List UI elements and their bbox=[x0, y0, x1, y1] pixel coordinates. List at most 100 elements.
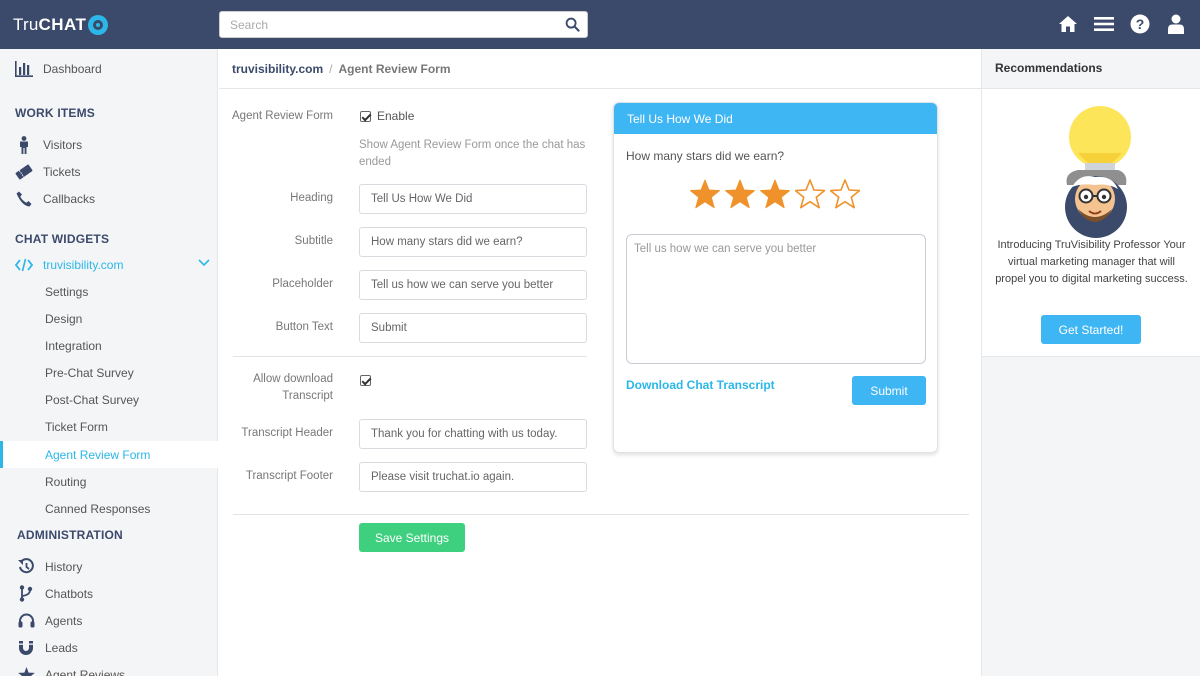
sidebar-item-label: Leads bbox=[45, 640, 78, 655]
sidebar-item-leads[interactable]: Leads bbox=[0, 634, 218, 661]
sidebar-item-dashboard[interactable]: Dashboard bbox=[0, 55, 218, 82]
sidebar-item-design[interactable]: Design bbox=[0, 305, 218, 332]
recommendations-title: Recommendations bbox=[995, 61, 1103, 75]
star-empty-icon[interactable] bbox=[830, 179, 860, 209]
headset-icon bbox=[17, 612, 35, 630]
sidebar-item-label: Visitors bbox=[43, 137, 83, 152]
button-text-label: Button Text bbox=[275, 321, 333, 333]
person-icon bbox=[15, 135, 33, 154]
menu-icon[interactable] bbox=[1094, 13, 1114, 35]
sidebar-item-settings[interactable]: Settings bbox=[0, 278, 218, 305]
administration-heading: ADMINISTRATION bbox=[17, 528, 123, 542]
breadcrumb-current-page: Agent Review Form bbox=[338, 61, 451, 76]
logo-chat-text: CHAT bbox=[38, 15, 87, 34]
sidebar-item-routing[interactable]: Routing bbox=[0, 468, 218, 495]
preview-submit-button[interactable]: Submit bbox=[852, 376, 926, 405]
work-items-heading: WORK ITEMS bbox=[15, 106, 95, 120]
sidebar-item-history[interactable]: History bbox=[0, 553, 218, 580]
star-filled-icon[interactable] bbox=[690, 179, 720, 209]
truchat-logo[interactable]: Tru CHAT bbox=[13, 13, 109, 37]
professor-lightbulb-illustration bbox=[1065, 106, 1131, 238]
sidebar-item-label: Chatbots bbox=[45, 586, 94, 601]
transcript-footer-input[interactable] bbox=[359, 462, 587, 492]
sidebar-item-label: History bbox=[45, 559, 83, 574]
sidebar-item-label: Agents bbox=[45, 613, 83, 628]
placeholder-input[interactable] bbox=[359, 270, 587, 300]
transcript-header-label: Transcript Header bbox=[241, 427, 333, 439]
star-rating bbox=[690, 179, 860, 209]
star-empty-icon[interactable] bbox=[795, 179, 825, 209]
sidebar-item-visitors[interactable]: Visitors bbox=[0, 131, 218, 158]
sidebar-item-label: Dashboard bbox=[43, 61, 102, 76]
chevron-down-icon[interactable] bbox=[198, 259, 210, 267]
transcript-header-input[interactable] bbox=[359, 419, 587, 449]
logo-tru-text: Tru bbox=[13, 15, 39, 34]
get-started-button[interactable]: Get Started! bbox=[1041, 315, 1141, 344]
chat-bubble-icon bbox=[88, 15, 109, 35]
top-icons: ? bbox=[1058, 13, 1186, 35]
magnet-icon bbox=[17, 639, 35, 657]
sidebar-item-pre-chat-survey[interactable]: Pre-Chat Survey bbox=[0, 359, 218, 386]
placeholder-label: Placeholder bbox=[272, 278, 333, 290]
download-transcript-link[interactable]: Download Chat Transcript bbox=[626, 378, 775, 392]
preview-heading: Tell Us How We Did bbox=[614, 103, 937, 134]
sidebar-item-integration[interactable]: Integration bbox=[0, 332, 218, 359]
svg-text:?: ? bbox=[1136, 16, 1145, 32]
agent-review-form-label: Agent Review Form bbox=[232, 110, 333, 122]
sidebar-item-post-chat-survey[interactable]: Post-Chat Survey bbox=[0, 386, 218, 413]
star-filled-icon[interactable] bbox=[760, 179, 790, 209]
search-icon[interactable] bbox=[565, 17, 580, 32]
sidebar-item-tickets[interactable]: Tickets bbox=[0, 158, 218, 185]
recommendation-card: Introducing TruVisibility Professor Your… bbox=[982, 89, 1200, 357]
button-text-input[interactable] bbox=[359, 313, 587, 343]
review-widget-preview: Tell Us How We Did How many stars did we… bbox=[613, 102, 938, 453]
star-icon bbox=[17, 666, 35, 676]
enable-checkbox[interactable] bbox=[360, 111, 371, 122]
branch-icon bbox=[17, 585, 35, 603]
save-divider bbox=[233, 514, 969, 515]
allow-download-checkbox[interactable] bbox=[360, 375, 371, 386]
search-input[interactable] bbox=[220, 12, 550, 37]
subtitle-input[interactable] bbox=[359, 227, 587, 257]
sidebar: Dashboard WORK ITEMS Visitors Tickets Ca… bbox=[0, 49, 218, 676]
ticket-icon bbox=[15, 163, 33, 181]
allow-download-label: Allow download Transcript bbox=[253, 373, 333, 402]
home-icon[interactable] bbox=[1058, 13, 1078, 35]
history-icon bbox=[17, 558, 35, 576]
breadcrumb-separator: / bbox=[329, 61, 333, 76]
phone-icon bbox=[15, 190, 33, 208]
heading-label: Heading bbox=[290, 192, 333, 204]
sidebar-item-label: Agent Reviews bbox=[45, 667, 126, 676]
sidebar-item-chatbots[interactable]: Chatbots bbox=[0, 580, 218, 607]
recommendation-text: Introducing TruVisibility Professor Your… bbox=[995, 239, 1188, 285]
heading-input[interactable] bbox=[359, 184, 587, 214]
top-bar: TruCHAT ? bbox=[0, 0, 1200, 49]
preview-question: How many stars did we earn? bbox=[626, 149, 785, 163]
search-box bbox=[219, 11, 588, 38]
preview-feedback-textarea[interactable] bbox=[626, 234, 926, 364]
star-filled-icon[interactable] bbox=[725, 179, 755, 209]
sidebar-item-widget-truvisibility[interactable]: truvisibility.com bbox=[0, 251, 218, 278]
form-divider bbox=[233, 356, 587, 357]
agent-review-help-text: Show Agent Review Form once the chat has… bbox=[359, 139, 586, 168]
breadcrumb: truvisibility.com / Agent Review Form bbox=[219, 49, 981, 89]
breadcrumb-site-link[interactable]: truvisibility.com bbox=[232, 62, 323, 76]
sidebar-item-label: Tickets bbox=[43, 164, 81, 179]
sidebar-item-canned-responses[interactable]: Canned Responses bbox=[0, 495, 218, 522]
transcript-footer-label: Transcript Footer bbox=[245, 470, 333, 482]
help-icon[interactable]: ? bbox=[1130, 13, 1150, 35]
sidebar-item-agent-review-form[interactable]: Agent Review Form bbox=[0, 441, 218, 468]
bar-chart-icon bbox=[15, 60, 33, 78]
sidebar-item-agent-reviews[interactable]: Agent Reviews bbox=[0, 661, 218, 676]
widget-name-label: truvisibility.com bbox=[43, 257, 124, 272]
user-icon[interactable] bbox=[1166, 13, 1186, 35]
sidebar-item-callbacks[interactable]: Callbacks bbox=[0, 185, 218, 212]
sidebar-item-ticket-form[interactable]: Ticket Form bbox=[0, 413, 218, 440]
code-icon bbox=[15, 256, 33, 274]
sidebar-item-label: Callbacks bbox=[43, 191, 96, 206]
sidebar-item-agents[interactable]: Agents bbox=[0, 607, 218, 634]
enable-label: Enable bbox=[377, 109, 415, 123]
save-settings-button[interactable]: Save Settings bbox=[359, 523, 465, 552]
chat-widgets-heading: CHAT WIDGETS bbox=[15, 232, 110, 246]
recommendations-panel: Recommendations Introducing TruVisibilit… bbox=[981, 49, 1200, 676]
